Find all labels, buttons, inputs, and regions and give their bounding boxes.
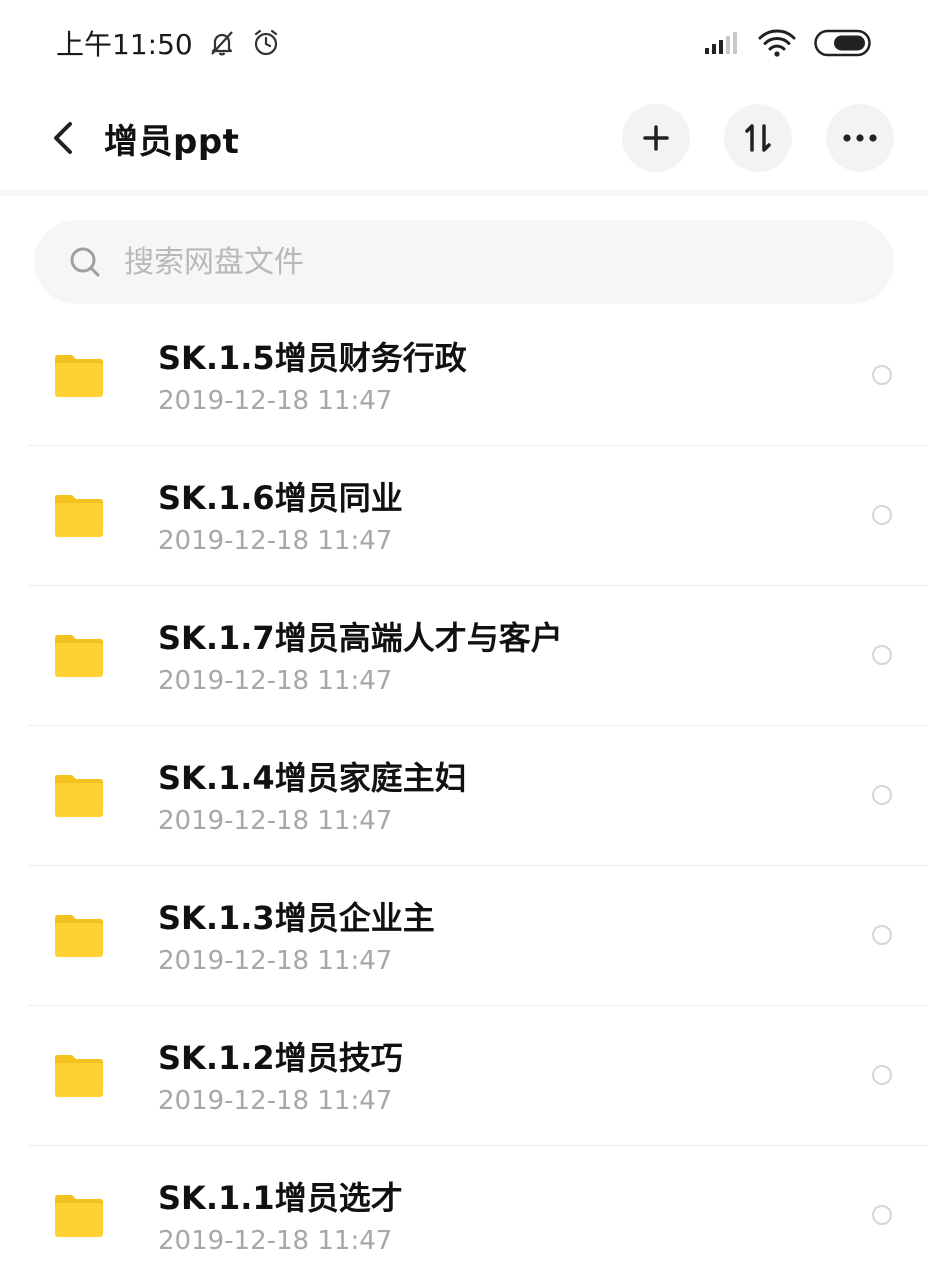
- select-checkbox[interactable]: [872, 1205, 892, 1225]
- file-name: SK.1.6增员同业: [158, 479, 403, 517]
- search-input[interactable]: [122, 243, 766, 281]
- file-date: 2019-12-18 11:47: [158, 1226, 393, 1256]
- alarm-clock-icon: [251, 28, 281, 58]
- file-text: SK.1.4增员家庭主妇 2019-12-18 11:47: [158, 758, 467, 838]
- select-checkbox[interactable]: [872, 645, 892, 665]
- sort-icon: [745, 124, 771, 152]
- folder-icon: [54, 494, 104, 542]
- file-name: SK.1.2增员技巧: [158, 1039, 403, 1077]
- file-text: SK.1.1增员选才 2019-12-18 11:47: [158, 1178, 403, 1258]
- file-name: SK.1.4增员家庭主妇: [158, 759, 467, 797]
- select-checkbox[interactable]: [872, 505, 892, 525]
- battery-icon: [814, 29, 872, 57]
- list-item[interactable]: SK.1.5增员财务行政 2019-12-18 11:47: [28, 306, 928, 446]
- file-date: 2019-12-18 11:47: [158, 526, 393, 556]
- file-text: SK.1.7增员高端人才与客户 2019-12-18 11:47: [158, 618, 563, 698]
- add-icon: [643, 125, 669, 151]
- select-checkbox[interactable]: [872, 1065, 892, 1085]
- select-checkbox[interactable]: [872, 925, 892, 945]
- more-button[interactable]: [826, 104, 894, 172]
- file-text: SK.1.5增员财务行政 2019-12-18 11:47: [158, 338, 467, 418]
- status-time: 上午11:50: [56, 28, 193, 61]
- file-name: SK.1.1增员选才: [158, 1179, 403, 1217]
- folder-icon: [54, 354, 104, 402]
- status-right: [704, 28, 872, 58]
- list-item[interactable]: SK.1.4增员家庭主妇 2019-12-18 11:47: [28, 726, 928, 866]
- search-box[interactable]: [34, 220, 894, 304]
- file-date: 2019-12-18 11:47: [158, 946, 393, 976]
- wifi-icon: [758, 28, 796, 58]
- file-date: 2019-12-18 11:47: [158, 386, 393, 416]
- file-date: 2019-12-18 11:47: [158, 1086, 393, 1116]
- select-checkbox[interactable]: [872, 365, 892, 385]
- page-title: 增员ppt: [104, 121, 240, 162]
- bell-off-icon: [207, 28, 237, 58]
- file-text: SK.1.6增员同业 2019-12-18 11:47: [158, 478, 403, 558]
- file-name: SK.1.7增员高端人才与客户: [158, 619, 563, 657]
- folder-icon: [54, 634, 104, 682]
- status-bar: 上午11:50: [0, 0, 928, 86]
- list-item[interactable]: SK.1.1增员选才 2019-12-18 11:47: [28, 1146, 928, 1286]
- select-checkbox[interactable]: [872, 785, 892, 805]
- more-icon: [843, 134, 877, 142]
- folder-icon: [54, 1054, 104, 1102]
- folder-icon: [54, 914, 104, 962]
- list-item[interactable]: SK.1.2增员技巧 2019-12-18 11:47: [28, 1006, 928, 1146]
- file-text: SK.1.2增员技巧 2019-12-18 11:47: [158, 1038, 403, 1118]
- file-name: SK.1.3增员企业主: [158, 899, 435, 937]
- file-text: SK.1.3增员企业主 2019-12-18 11:47: [158, 898, 435, 978]
- list-item[interactable]: SK.1.6增员同业 2019-12-18 11:47: [28, 446, 928, 586]
- list-item[interactable]: SK.1.7增员高端人才与客户 2019-12-18 11:47: [28, 586, 928, 726]
- search-bar: [34, 220, 894, 304]
- back-icon: [54, 122, 72, 154]
- header-actions: [622, 104, 894, 172]
- file-date: 2019-12-18 11:47: [158, 666, 393, 696]
- folder-icon: [54, 1194, 104, 1242]
- file-list: SK.1.5增员财务行政 2019-12-18 11:47 SK.1.6增员同业…: [0, 306, 928, 1286]
- file-name: SK.1.5增员财务行政: [158, 339, 467, 377]
- header: 增员ppt: [0, 86, 928, 196]
- search-icon: [70, 247, 100, 277]
- status-left: 上午11:50: [56, 23, 281, 63]
- file-date: 2019-12-18 11:47: [158, 806, 393, 836]
- back-button[interactable]: [38, 108, 88, 168]
- sort-button[interactable]: [724, 104, 792, 172]
- folder-icon: [54, 774, 104, 822]
- list-item[interactable]: SK.1.3增员企业主 2019-12-18 11:47: [28, 866, 928, 1006]
- signal-icon: [704, 30, 740, 56]
- add-button[interactable]: [622, 104, 690, 172]
